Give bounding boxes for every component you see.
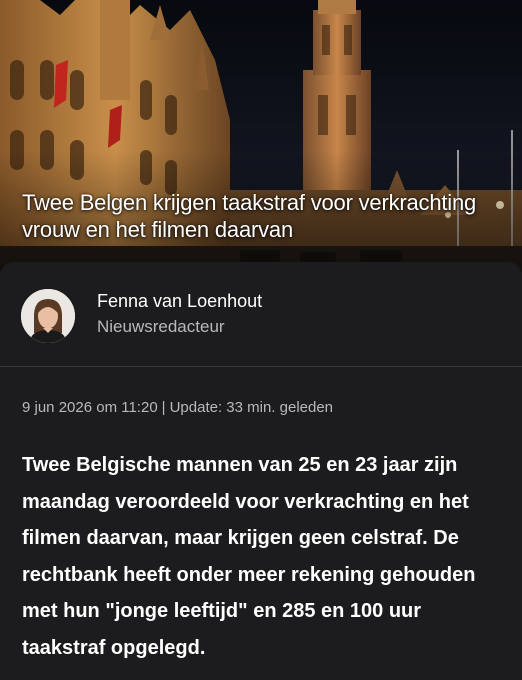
article-title: Twee Belgen krijgen taakstraf voor verkr…	[22, 190, 477, 242]
author-avatar[interactable]	[21, 289, 75, 343]
article-card: Fenna van Loenhout Nieuwsredacteur 9 jun…	[0, 262, 522, 680]
article-meta: 9 jun 2026 om 11:20 | Update: 33 min. gele…	[22, 399, 333, 416]
publish-date: 9 jun 2026 om 11:20	[22, 399, 158, 416]
author-name[interactable]: Fenna van Loenhout	[97, 291, 262, 312]
hero-image: Twee Belgen krijgen taakstraf voor verkr…	[0, 0, 522, 272]
article-lead: Twee Belgische mannen van 25 en 23 jaar …	[22, 454, 476, 659]
author-portrait-icon	[21, 289, 75, 343]
author-role: Nieuwsredacteur	[97, 317, 225, 336]
meta-separator: |	[161, 399, 166, 416]
divider	[0, 366, 522, 367]
update-time: Update: 33 min. geleden	[169, 399, 334, 416]
author-row[interactable]: Fenna van Loenhout Nieuwsredacteur	[0, 262, 522, 366]
